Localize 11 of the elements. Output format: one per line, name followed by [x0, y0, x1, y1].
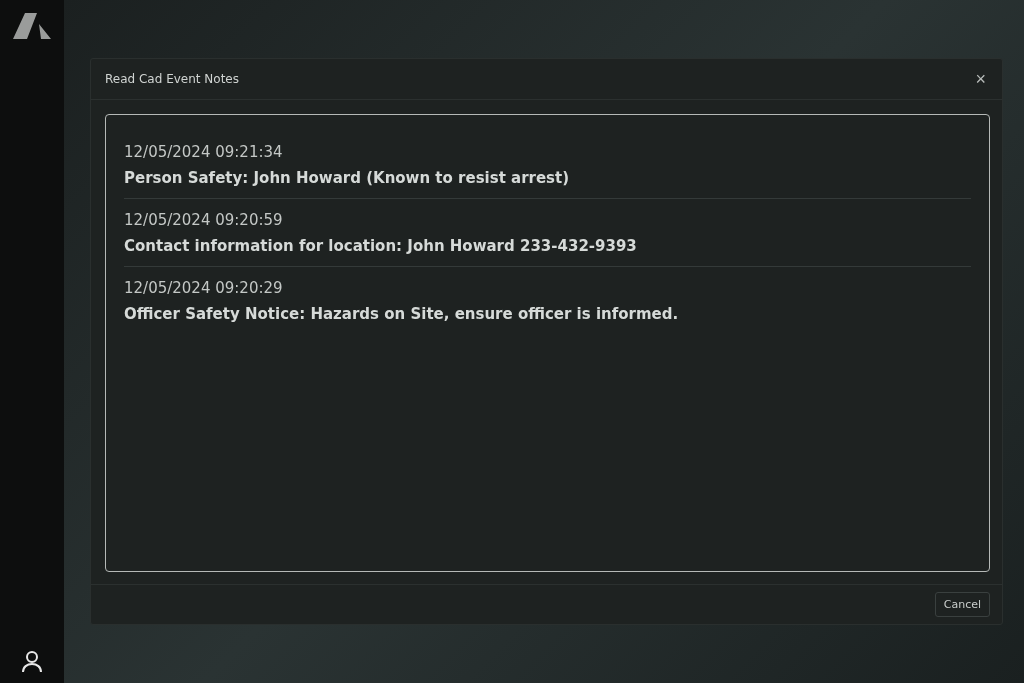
- note-timestamp: 12/05/2024 09:20:29: [124, 279, 284, 297]
- note-text: Officer Safety Notice: Hazards on Site, ensure officer is informed.: [124, 305, 680, 323]
- logo-icon: [12, 12, 52, 40]
- note-timestamp: 12/05/2024 09:20:59: [124, 211, 284, 229]
- note-text: Contact information for location: John Howard 233-432-9393: [124, 237, 638, 255]
- close-button[interactable]: ×: [971, 70, 990, 88]
- note-timestamp: 12/05/2024 09:21:34: [124, 143, 284, 161]
- cancel-button[interactable]: Cancel: [934, 592, 990, 617]
- user-icon[interactable]: [20, 649, 44, 673]
- dialog-title: Read Cad Event Notes: [105, 72, 239, 86]
- note-text: Person Safety: John Howard (Known to resist arrest): [124, 169, 571, 187]
